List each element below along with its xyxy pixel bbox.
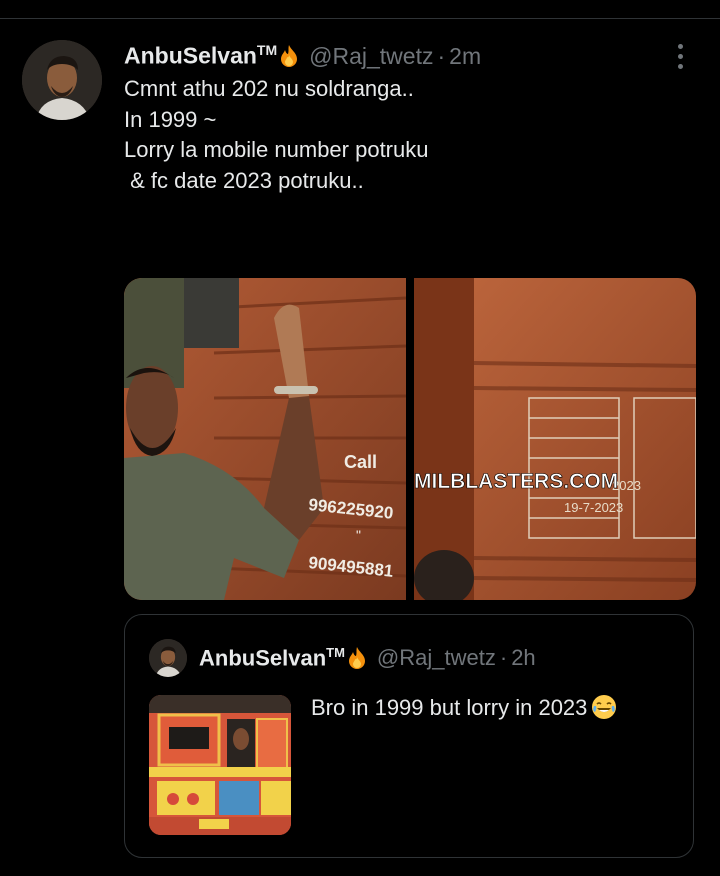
author-handle[interactable]: @Raj_twetz [309,43,433,70]
author-avatar[interactable] [22,40,102,120]
tweet-text-line: In 1999 ~ [124,106,217,132]
quoted-tweet-card[interactable]: AnbuSelvanTM @Raj_twetz · 2h Bro in 1999… [124,614,694,858]
fire-emoji-icon [279,44,299,68]
tweet-text-line: & fc date 2023 potruku.. [124,167,364,193]
quoted-media-thumbnail[interactable] [149,695,291,835]
quoted-tweet-text: Bro in 1999 but lorry in 2023 [311,693,617,723]
plate-date: 19-7-2023 [564,500,623,515]
media-image-right[interactable]: 2023 19-7-2023 MILBLASTERS.COM [414,278,696,600]
separator-dot: · [499,645,508,670]
quoted-tweet-header: AnbuSelvanTM @Raj_twetz · 2h [199,641,536,675]
separator-dot: · [437,42,446,69]
tweet-media[interactable]: Call 996225920 " 909495881 2023 19-7-202… [124,278,696,600]
top-divider [0,18,720,19]
lorry-sign-ditto: " [356,527,361,543]
more-options-icon[interactable] [668,40,692,72]
quoted-author-handle[interactable]: @Raj_twetz [377,645,496,671]
watermark-text: MILBLASTERS.COM [414,470,618,493]
media-image-left[interactable]: Call 996225920 " 909495881 [124,278,407,600]
lorry-sign-call: Call [344,452,377,472]
tweet-text-line: Lorry la mobile number potruku [124,137,429,162]
quoted-author-avatar[interactable] [149,639,187,677]
fire-emoji-icon [347,646,367,670]
tweet-header: AnbuSelvanTM @Raj_twetz · 2m [124,40,481,72]
tweet-text-line: Cmnt athu 202 nu soldranga.. [124,76,414,101]
tweet-timestamp[interactable]: 2m [449,43,481,70]
tweet-text: Cmnt athu 202 nu soldranga.. In 1999 ~ L… [124,74,684,196]
quoted-tweet-timestamp[interactable]: 2h [511,645,535,671]
author-name[interactable]: AnbuSelvanTM [124,42,277,70]
quoted-author-name[interactable]: AnbuSelvanTM [199,645,345,671]
face-with-tears-of-joy-emoji-icon [591,694,617,720]
